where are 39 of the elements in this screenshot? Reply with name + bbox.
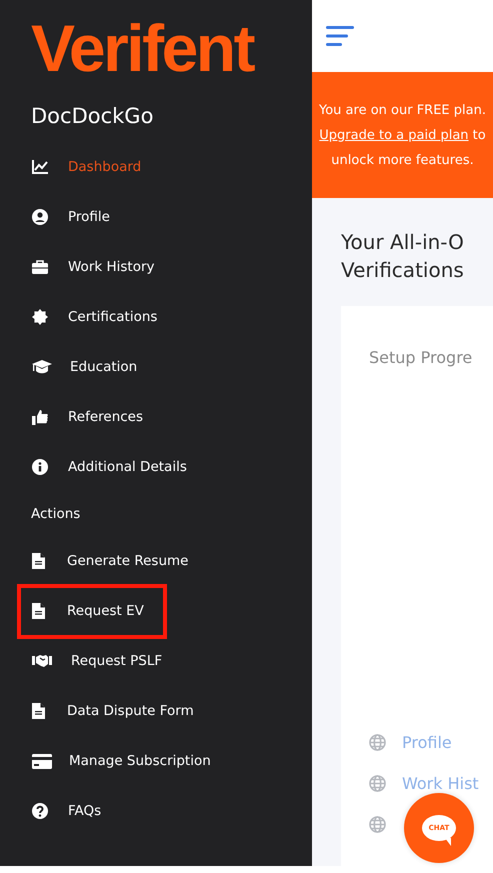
globe-icon (369, 816, 386, 833)
progress-step: Profile (402, 733, 452, 752)
page-heading: Verifications (341, 257, 464, 284)
document-icon (32, 603, 45, 619)
help-icon (32, 803, 48, 819)
action-link[interactable]: Data Dispute Form (67, 701, 194, 721)
nav-link[interactable]: Dashboard (68, 157, 142, 177)
handshake-icon (32, 654, 52, 668)
card-title: Setup Progre (369, 348, 472, 367)
action-link[interactable]: Generate Resume (67, 551, 188, 571)
nav-link[interactable]: References (68, 407, 144, 427)
briefcase-icon (32, 260, 48, 274)
user-icon (32, 209, 48, 225)
nav-link[interactable]: Certifications (68, 307, 158, 327)
action-link[interactable]: Request PSLF (71, 651, 162, 671)
info-icon (32, 459, 48, 475)
nav-link[interactable]: Education (70, 357, 138, 377)
globe-icon (369, 775, 386, 792)
logo: Verifent (30, 10, 255, 87)
action-link[interactable]: Request EV (67, 601, 144, 621)
credit-card-icon (32, 754, 52, 768)
chart-icon (32, 160, 48, 174)
globe-icon (369, 734, 386, 751)
badge-icon (32, 309, 48, 325)
nav-link[interactable]: Work History (68, 257, 155, 277)
document-icon (32, 553, 45, 569)
nav-link[interactable]: Profile (68, 207, 110, 227)
progress-step: Work Hist (402, 774, 479, 793)
graduation-cap-icon (32, 360, 52, 374)
thumbs-up-icon (32, 409, 48, 425)
page-heading: Your All-in-O (341, 229, 464, 256)
action-link[interactable]: FAQs (68, 801, 102, 821)
section-heading: Actions (31, 505, 80, 524)
action-link[interactable]: Manage Subscription (69, 751, 211, 771)
upgrade-message: You are on our FREE plan. Upgrade to a paid plan to unlock more features. (318, 102, 487, 170)
menu-icon[interactable] (326, 26, 355, 46)
nav-link[interactable]: Additional Details (68, 457, 187, 477)
account-name: DocDockGo (31, 103, 154, 130)
document-icon (32, 703, 45, 719)
